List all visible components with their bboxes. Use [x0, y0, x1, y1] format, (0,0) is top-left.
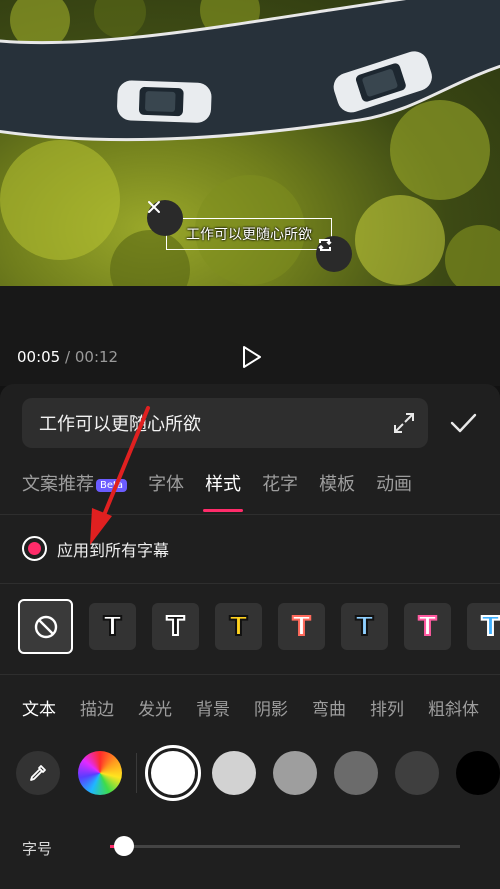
tab-template[interactable]: 模板: [319, 470, 355, 500]
caption-text-box[interactable]: 工作可以更随心所欲: [166, 218, 332, 250]
preset-style[interactable]: T: [467, 603, 500, 650]
subtab-shadow[interactable]: 阴影: [254, 695, 288, 720]
color-swatch[interactable]: [145, 745, 201, 801]
color-swatch[interactable]: [456, 751, 500, 795]
preset-glyph: T: [292, 611, 312, 643]
play-icon[interactable]: [238, 344, 264, 370]
subtab-text[interactable]: 文本: [22, 695, 56, 720]
divider: [0, 514, 500, 515]
color-swatch[interactable]: [273, 751, 317, 795]
current-time: 00:05: [17, 348, 61, 366]
color-picker-row: [16, 745, 500, 801]
eyedropper-icon: [30, 765, 46, 781]
preset-glyph: T: [103, 611, 123, 643]
preset-glyph: T: [229, 611, 249, 643]
caption-input[interactable]: 工作可以更随心所欲: [22, 398, 428, 448]
apply-all-radio[interactable]: [22, 536, 47, 561]
caption-text: 工作可以更随心所欲: [186, 227, 312, 243]
caption-rotate-button[interactable]: [316, 236, 352, 272]
playback-bar: 00:05 / 00:12: [0, 286, 500, 386]
preset-style[interactable]: T: [278, 603, 325, 650]
tab-label: 样式: [205, 474, 242, 495]
color-wheel-button[interactable]: [78, 751, 122, 795]
rotate-scale-icon: [318, 239, 332, 251]
no-style-icon: [34, 615, 57, 638]
preset-glyph: T: [418, 611, 438, 643]
playback-time: 00:05 / 00:12: [17, 348, 118, 366]
font-size-slider[interactable]: [110, 836, 460, 856]
preset-none[interactable]: [18, 599, 73, 654]
slider-handle[interactable]: [114, 836, 134, 856]
color-swatch[interactable]: [395, 751, 439, 795]
preset-style[interactable]: T: [89, 603, 136, 650]
expand-icon[interactable]: [392, 411, 416, 435]
divider: [0, 583, 500, 584]
divider: [0, 674, 500, 675]
caption-input-value: 工作可以更随心所欲: [39, 414, 201, 435]
time-separator: /: [65, 348, 71, 366]
tab-label: 花字: [262, 474, 299, 495]
preset-glyph: T: [355, 611, 375, 643]
subtab-background[interactable]: 背景: [196, 695, 230, 720]
close-icon: [148, 201, 160, 213]
tab-style[interactable]: 样式: [203, 470, 244, 512]
check-icon[interactable]: [448, 408, 478, 438]
subtab-bold-italic[interactable]: 粗斜体: [428, 695, 479, 720]
tab-label: 模板: [319, 474, 356, 495]
tab-font[interactable]: 字体: [148, 470, 184, 500]
preset-style[interactable]: T: [215, 603, 262, 650]
font-size-label: 字号: [22, 840, 53, 858]
preset-style[interactable]: T: [152, 603, 199, 650]
tab-fancy-text[interactable]: 花字: [262, 470, 298, 500]
apply-all-option[interactable]: 应用到所有字幕: [22, 536, 169, 561]
beta-badge: Beta: [96, 479, 128, 492]
subtab-glow[interactable]: 发光: [138, 695, 172, 720]
preset-style[interactable]: T: [341, 603, 388, 650]
subtab-curve[interactable]: 弯曲: [312, 695, 346, 720]
text-style-subtabs: 文本 描边 发光 背景 阴影 弯曲 排列 粗斜体: [22, 695, 500, 720]
tab-label: 文案推荐: [22, 474, 94, 495]
tab-animation[interactable]: 动画: [376, 470, 412, 500]
preset-style[interactable]: T: [404, 603, 451, 650]
color-swatch[interactable]: [334, 751, 378, 795]
divider: [136, 753, 137, 793]
text-style-panel: 工作可以更随心所欲 文案推荐 Beta 字体 样式 花字 模板 动画 应用到所有字…: [0, 384, 500, 889]
tab-copy-recommend[interactable]: 文案推荐 Beta: [22, 470, 128, 500]
caption-delete-button[interactable]: [147, 200, 183, 236]
tab-label: 动画: [376, 474, 413, 495]
style-tabs: 文案推荐 Beta 字体 样式 花字 模板 动画: [22, 470, 433, 512]
style-presets: T T T T T T T: [18, 599, 500, 654]
tab-label: 字体: [148, 474, 185, 495]
preset-glyph: T: [481, 611, 500, 643]
eyedropper-button[interactable]: [16, 751, 60, 795]
total-time: 00:12: [74, 348, 119, 366]
color-swatch[interactable]: [212, 751, 256, 795]
apply-all-label: 应用到所有字幕: [57, 540, 170, 560]
video-preview[interactable]: 工作可以更随心所欲: [0, 0, 500, 286]
subtab-arrange[interactable]: 排列: [370, 695, 404, 720]
subtab-stroke[interactable]: 描边: [80, 695, 114, 720]
preset-glyph: T: [166, 611, 186, 643]
